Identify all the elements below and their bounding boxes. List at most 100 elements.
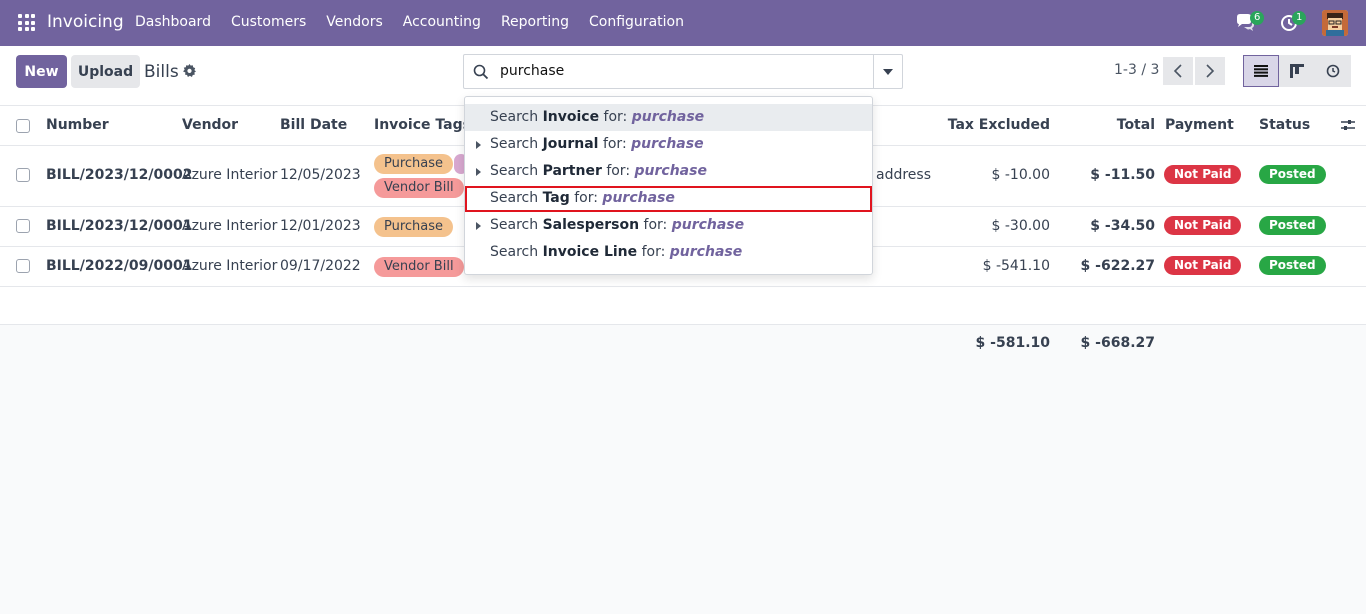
search-icon xyxy=(473,64,489,84)
header-total[interactable]: Total xyxy=(1060,117,1155,133)
header-bill-date[interactable]: Bill Date xyxy=(280,117,347,133)
empty-row xyxy=(0,287,1366,325)
option-prefix: Search xyxy=(490,244,539,260)
tag-vendor-bill: Vendor Bill xyxy=(374,257,464,277)
tax-excluded: $ -10.00 xyxy=(991,167,1051,183)
app-menu-icon[interactable] xyxy=(18,14,35,31)
search-options-toggle[interactable] xyxy=(873,55,902,88)
option-query: purchase xyxy=(634,163,707,179)
search-option-journal[interactable]: Search Journal for: purchase xyxy=(465,131,872,158)
option-query: purchase xyxy=(669,244,743,260)
bill-date: 12/01/2023 xyxy=(280,218,361,234)
option-for: for: xyxy=(602,136,627,152)
search-input[interactable]: purchase xyxy=(500,63,564,79)
search-bar[interactable]: purchase xyxy=(463,54,903,89)
optional-columns-icon[interactable] xyxy=(1341,118,1355,136)
chevron-right-icon xyxy=(1206,64,1215,78)
kanban-icon xyxy=(1290,64,1304,78)
row-checkbox[interactable] xyxy=(16,219,30,233)
header-invoice-tags[interactable]: Invoice Tags xyxy=(374,117,471,133)
status-badge: Posted xyxy=(1259,165,1326,184)
option-for: for: xyxy=(603,109,628,125)
tax-excluded: $ -541.10 xyxy=(982,258,1050,274)
tax-excluded: $ -30.00 xyxy=(991,218,1051,234)
header-payment[interactable]: Payment xyxy=(1165,117,1234,133)
search-option-invoice[interactable]: Search Invoice for: purchase xyxy=(465,104,872,131)
total: $ -622.27 xyxy=(1080,258,1155,274)
row-checkbox[interactable] xyxy=(16,259,30,273)
activity-view-button[interactable] xyxy=(1315,55,1351,87)
menu-reporting[interactable]: Reporting xyxy=(501,14,569,30)
gear-icon[interactable] xyxy=(183,64,196,81)
partner-address-text: address xyxy=(876,167,932,183)
header-number[interactable]: Number xyxy=(46,117,109,133)
bill-date: 09/17/2022 xyxy=(280,258,361,274)
expand-arrow-icon[interactable] xyxy=(476,168,481,176)
top-navbar: Invoicing Dashboard Customers Vendors Ac… xyxy=(0,0,1366,46)
select-all-checkbox[interactable] xyxy=(16,119,30,133)
expand-arrow-icon[interactable] xyxy=(476,141,481,149)
menu-configuration[interactable]: Configuration xyxy=(589,14,684,30)
option-for: for: xyxy=(643,217,668,233)
header-vendor[interactable]: Vendor xyxy=(182,117,238,133)
option-query: purchase xyxy=(631,136,704,152)
activities-badge: 1 xyxy=(1292,11,1307,25)
expand-arrow-icon[interactable] xyxy=(476,222,481,230)
payment-status-badge: Not Paid xyxy=(1164,256,1242,275)
menu-dashboard[interactable]: Dashboard xyxy=(135,14,211,30)
header-tax-excluded[interactable]: Tax Excluded xyxy=(930,117,1050,133)
tag-purchase: Purchase xyxy=(374,154,454,174)
search-option-invoice-line[interactable]: Search Invoice Line for: purchase xyxy=(465,239,872,266)
menu-accounting[interactable]: Accounting xyxy=(403,14,481,30)
vendor-name: Azure Interior xyxy=(182,167,278,183)
option-prefix: Search xyxy=(490,109,539,125)
app-brand[interactable]: Invoicing xyxy=(47,12,124,32)
kanban-view-button[interactable] xyxy=(1279,55,1315,87)
payment-status-badge: Not Paid xyxy=(1164,216,1242,235)
total: $ -34.50 xyxy=(1090,218,1155,234)
bill-date: 12/05/2023 xyxy=(280,167,361,183)
user-avatar[interactable] xyxy=(1322,10,1348,36)
option-for: for: xyxy=(641,244,666,260)
status-badge: Posted xyxy=(1259,216,1326,235)
messages-badge: 6 xyxy=(1250,11,1265,25)
option-prefix: Search xyxy=(490,136,539,152)
payment-status-badge: Not Paid xyxy=(1164,165,1242,184)
option-field: Invoice Line xyxy=(542,244,638,260)
total: $ -11.50 xyxy=(1090,167,1155,183)
page-title: Bills xyxy=(144,62,179,82)
bill-number: BILL/2023/12/0001 xyxy=(46,218,193,234)
list-view-button[interactable] xyxy=(1243,55,1279,87)
option-query: purchase xyxy=(671,217,745,233)
status-badge: Posted xyxy=(1259,256,1326,275)
option-query: purchase xyxy=(631,109,705,125)
chevron-left-icon xyxy=(1173,64,1182,78)
option-field: Salesperson xyxy=(542,217,640,233)
vendor-name: Azure Interior xyxy=(182,218,278,234)
option-prefix: Search xyxy=(490,217,539,233)
option-for: for: xyxy=(606,163,631,179)
new-button[interactable]: New xyxy=(16,55,67,88)
option-prefix: Search xyxy=(490,163,539,179)
row-checkbox[interactable] xyxy=(16,168,30,182)
option-field: Journal xyxy=(542,136,599,152)
main-menu: Dashboard Customers Vendors Accounting R… xyxy=(135,14,704,30)
highlight-box xyxy=(465,186,872,212)
sum-total: $ -668.27 xyxy=(1080,335,1155,351)
pager-previous-button[interactable] xyxy=(1163,57,1193,85)
sum-tax-excluded: $ -581.10 xyxy=(975,335,1050,351)
menu-vendors[interactable]: Vendors xyxy=(326,14,382,30)
header-status[interactable]: Status xyxy=(1259,117,1310,133)
search-option-salesperson[interactable]: Search Salesperson for: purchase xyxy=(465,212,872,239)
pager-value[interactable]: 1-3 / 3 xyxy=(1114,62,1159,78)
list-icon xyxy=(1254,65,1268,77)
pager-next-button[interactable] xyxy=(1195,57,1225,85)
upload-button[interactable]: Upload xyxy=(71,55,140,88)
option-field: Partner xyxy=(542,163,602,179)
search-option-partner[interactable]: Search Partner for: purchase xyxy=(465,158,872,185)
tag-purchase: Purchase xyxy=(374,217,454,237)
clock-icon xyxy=(1326,64,1340,78)
bill-number: BILL/2023/12/0002 xyxy=(46,167,193,183)
menu-customers[interactable]: Customers xyxy=(231,14,306,30)
vendor-name: Azure Interior xyxy=(182,258,278,274)
